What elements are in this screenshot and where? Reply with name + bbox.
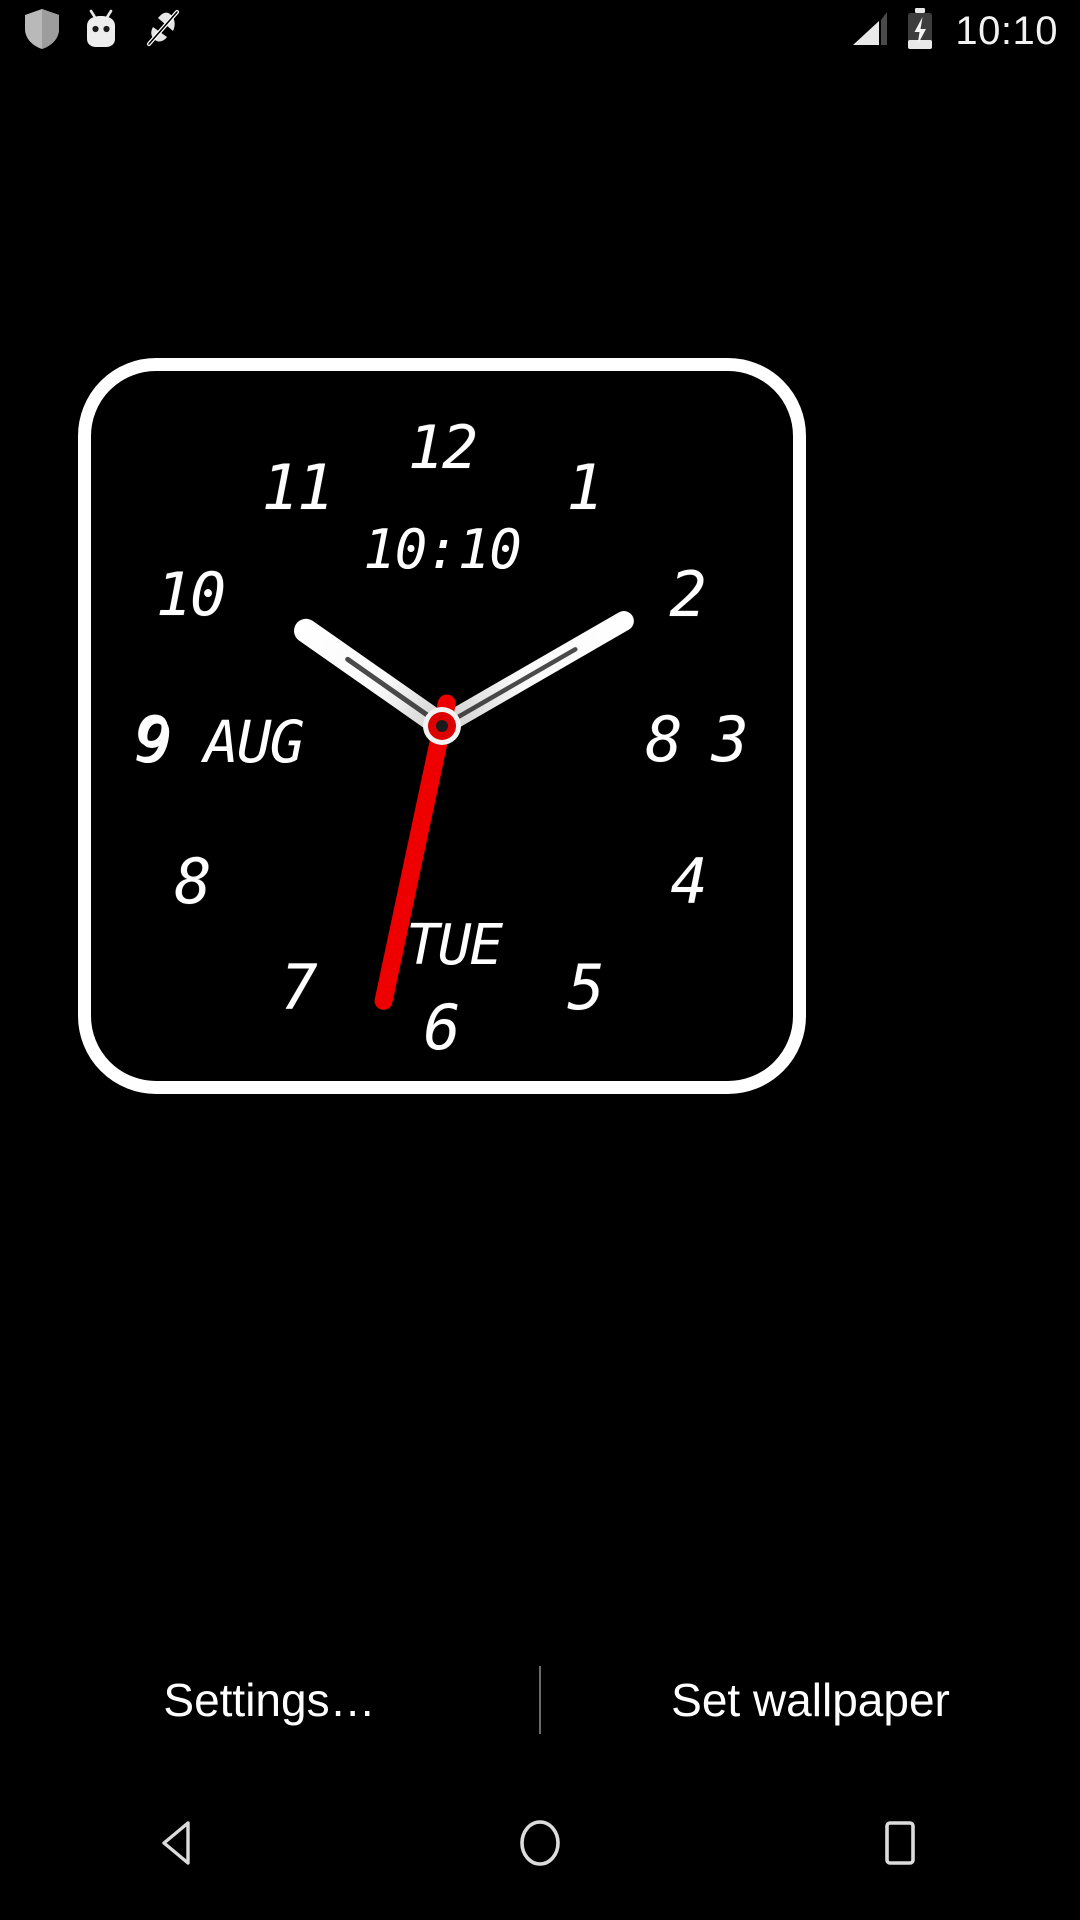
notifications-muted-icon [140,6,184,57]
analog-clock-widget[interactable]: 12 1 2 3 4 5 6 7 8 9 10 11 8 10:10 9 AUG… [78,358,806,1094]
nav-back-button[interactable] [105,1770,255,1920]
wallpaper-action-bar: Settings… Set wallpaper [0,1640,1080,1760]
status-bar-left-icons [22,6,184,57]
home-circle-icon [510,1813,570,1878]
status-bar: 10:10 [0,0,1080,62]
wallpaper-preview-screen: 10:10 12 1 2 3 4 5 6 7 8 9 10 11 8 10:10… [0,0,1080,1920]
clock-hands [294,611,634,1010]
settings-button[interactable]: Settings… [0,1659,539,1741]
clock-face: 12 1 2 3 4 5 6 7 8 9 10 11 8 10:10 9 AUG… [78,358,806,1094]
shield-icon [22,7,62,56]
recents-square-icon [870,1813,930,1878]
status-bar-right-icons: 10:10 [847,7,1058,56]
android-head-icon [80,6,122,57]
battery-charging-icon [905,7,935,56]
system-navigation-bar [0,1770,1080,1920]
back-triangle-icon [150,1813,210,1878]
status-bar-clock: 10:10 [955,9,1058,53]
set-wallpaper-button[interactable]: Set wallpaper [541,1659,1080,1741]
clock-hub-center [436,720,448,732]
signal-bars-icon [847,9,891,54]
nav-home-button[interactable] [465,1770,615,1920]
nav-recents-button[interactable] [825,1770,975,1920]
